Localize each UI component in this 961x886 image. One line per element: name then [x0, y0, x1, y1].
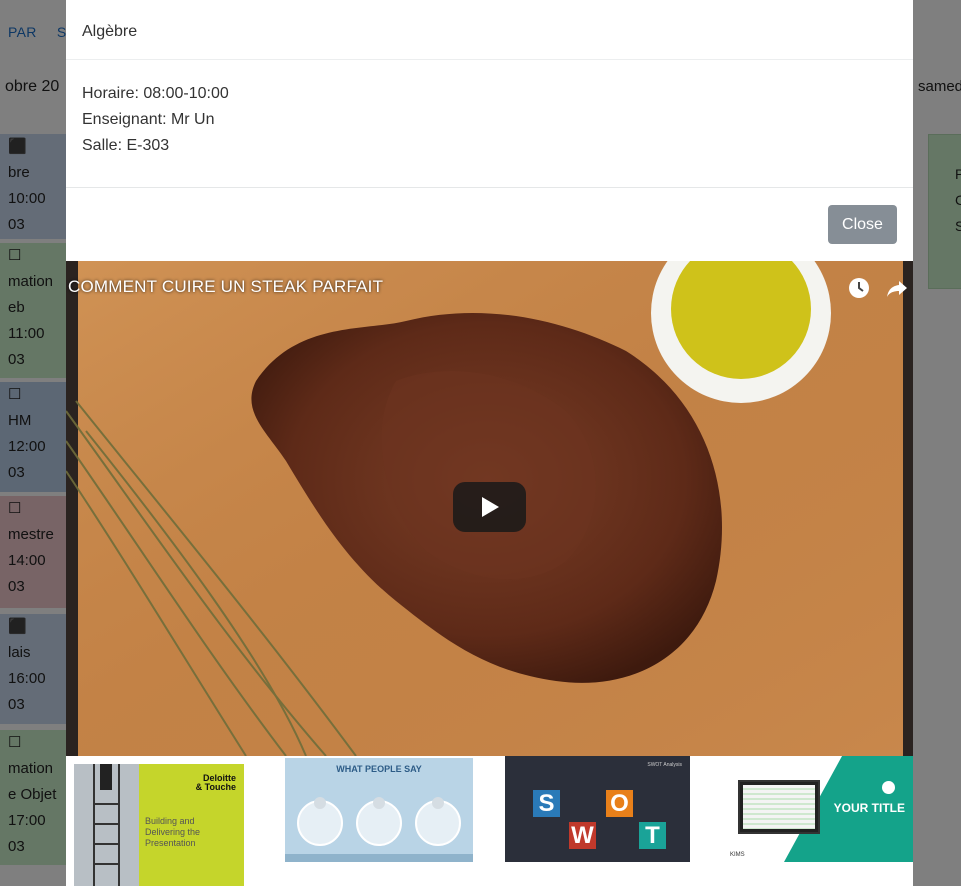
video-player[interactable]: COMMENT CUIRE UN STEAK PARFAIT	[66, 261, 913, 756]
thumbnail-swot[interactable]: SWOT Analysis S O W T	[505, 756, 690, 862]
thumbnail-caption: Building and Delivering the Presentation	[145, 816, 201, 848]
video-title[interactable]: COMMENT CUIRE UN STEAK PARFAIT	[68, 277, 383, 297]
thumbnail-title: YOUR TITLE	[833, 801, 905, 815]
thumbnail-photo	[74, 764, 139, 886]
swot-header: SWOT Analysis	[647, 762, 682, 768]
swot-tile-o: O	[606, 790, 633, 817]
event-detail-modal: Algèbre Horaire: 08:00-10:00 Enseignant:…	[66, 0, 913, 886]
modal-header: Algèbre	[66, 0, 913, 60]
thumbnail-testimonials[interactable]: WHAT PEOPLE SAY	[285, 758, 473, 862]
close-button[interactable]: Close	[828, 205, 897, 244]
play-icon	[482, 497, 499, 517]
thumbnail-footer-bar	[285, 854, 473, 862]
modal-body: Horaire: 08:00-10:00 Enseignant: Mr Un S…	[66, 60, 913, 188]
thumbnail-dashboard[interactable]: YOUR TITLE KIMS	[714, 756, 913, 862]
swot-tile-s: S	[533, 790, 560, 817]
testimonial-circles	[297, 797, 461, 846]
event-enseignant: Enseignant: Mr Un	[82, 111, 215, 128]
event-horaire: Horaire: 08:00-10:00	[82, 85, 229, 102]
watch-later-icon[interactable]	[846, 275, 872, 301]
thumbnail-green-panel: Deloitte & Touche Building and Deliverin…	[139, 764, 244, 886]
play-button[interactable]	[453, 482, 526, 532]
share-icon[interactable]	[884, 275, 910, 301]
swot-tile-w: W	[569, 822, 596, 849]
event-salle: Salle: E-303	[82, 137, 170, 154]
related-thumbnails: Deloitte & Touche Building and Deliverin…	[66, 756, 913, 886]
circle-icon	[882, 781, 895, 794]
swot-tile-t: T	[639, 822, 666, 849]
ladder-image	[74, 764, 139, 886]
deloitte-logo: Deloitte & Touche	[195, 773, 236, 792]
monitor-image	[738, 780, 820, 834]
thumbnail-presentation[interactable]: Deloitte & Touche Building and Deliverin…	[74, 764, 244, 886]
thumbnail-label: KIMS	[730, 852, 745, 858]
modal-title: Algèbre	[82, 23, 138, 40]
modal-footer: Close	[66, 188, 913, 261]
